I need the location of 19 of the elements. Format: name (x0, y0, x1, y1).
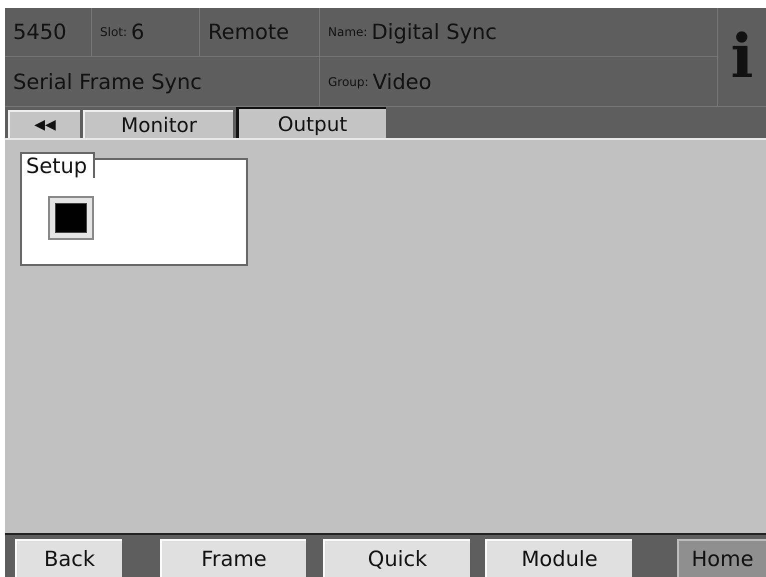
name-label: Name: (328, 25, 368, 39)
model-number: 5450 (13, 20, 66, 44)
tab[interactable]: Output (236, 107, 386, 138)
nav-button[interactable]: Home (677, 539, 766, 577)
nav-button[interactable]: Module (485, 539, 632, 577)
tab[interactable]: Monitor (83, 110, 233, 138)
group-name: Video (372, 70, 432, 94)
slot-number: 6 (131, 20, 144, 44)
back-tab[interactable]: ◀◀ (8, 110, 80, 138)
slot-label: Slot: (100, 25, 128, 39)
panel-title: Setup (20, 152, 96, 178)
group-label: Group: (328, 74, 369, 88)
nav-button[interactable]: Frame (160, 539, 306, 577)
nav-button[interactable]: Back (15, 539, 122, 577)
checkbox[interactable] (48, 196, 94, 240)
device-description: Serial Frame Sync (13, 70, 202, 94)
nav-button[interactable]: Quick (323, 539, 470, 577)
mode-label: Remote (208, 20, 290, 44)
device-name: Digital Sync (371, 20, 497, 44)
